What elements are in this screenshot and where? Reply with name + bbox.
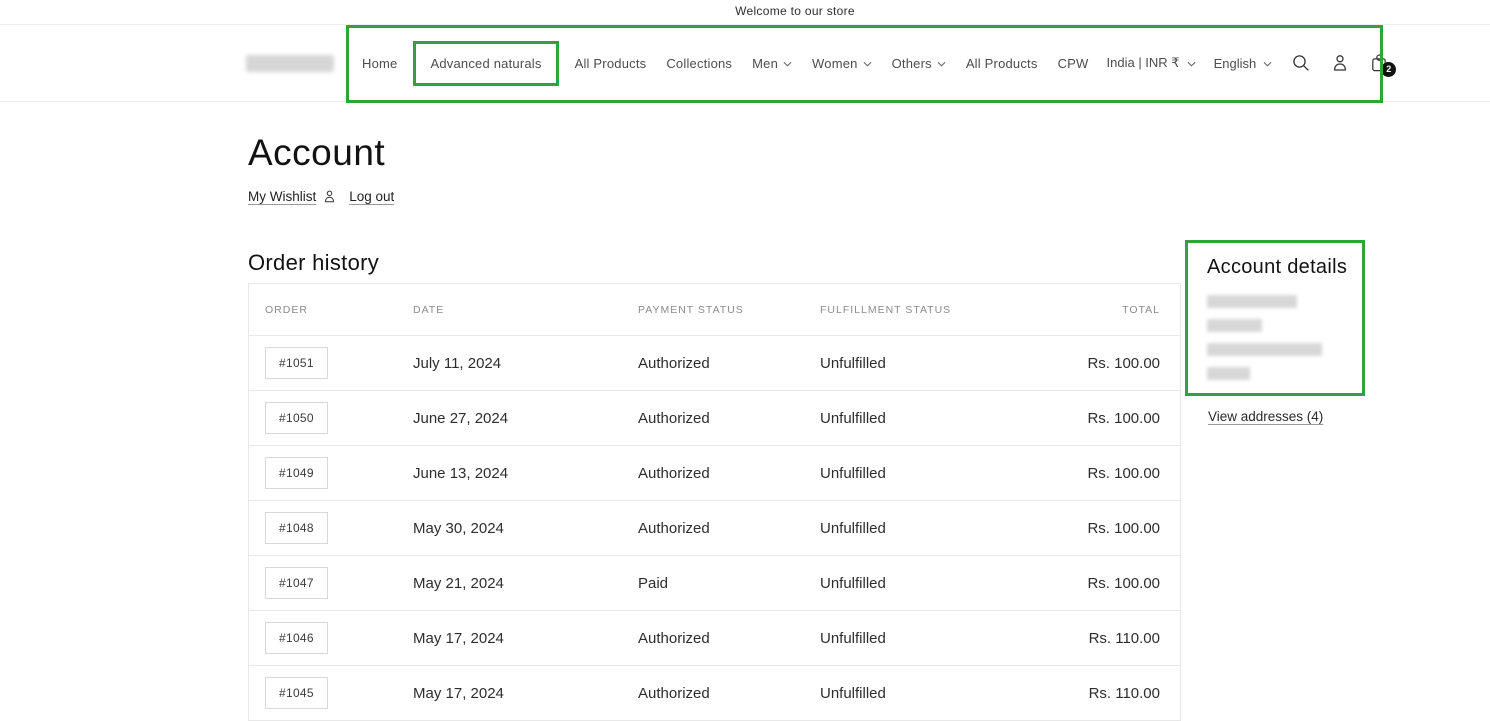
store-logo-blurred[interactable] <box>246 55 334 72</box>
view-addresses-link[interactable]: View addresses (4) <box>1208 409 1323 424</box>
chevron-down-icon <box>783 61 792 67</box>
announcement-bar: Welcome to our store <box>0 0 1490 25</box>
chevron-down-icon <box>863 61 872 67</box>
account-links: My Wishlist Log out <box>248 189 394 204</box>
fulfillment-status: Unfulfilled <box>820 355 1020 372</box>
person-icon <box>322 189 337 204</box>
chevron-down-icon <box>1263 61 1272 67</box>
table-row: #1048 May 30, 2024 Authorized Unfulfille… <box>249 501 1180 556</box>
order-date: June 13, 2024 <box>413 465 638 482</box>
nav-item-label: Men <box>752 56 778 71</box>
table-row: #1045 May 17, 2024 Authorized Unfulfille… <box>249 666 1180 721</box>
nav-item-cpw[interactable]: CPW <box>1058 56 1089 71</box>
fulfillment-status: Unfulfilled <box>820 410 1020 427</box>
account-details-heading: Account details <box>1207 256 1362 279</box>
fulfillment-status: Unfulfilled <box>820 520 1020 537</box>
order-history-heading: Order history <box>248 250 379 276</box>
order-total: Rs. 100.00 <box>1020 410 1160 427</box>
order-date: May 17, 2024 <box>413 685 638 702</box>
order-number-link[interactable]: #1050 <box>265 402 328 434</box>
account-icon <box>1330 53 1350 73</box>
table-row: #1051 July 11, 2024 Authorized Unfulfill… <box>249 336 1180 391</box>
log-out-link[interactable]: Log out <box>349 189 394 204</box>
payment-status: Authorized <box>638 630 820 647</box>
nav-item-label: Others <box>892 56 932 71</box>
payment-status: Authorized <box>638 520 820 537</box>
table-row: #1047 May 21, 2024 Paid Unfulfilled Rs. … <box>249 556 1180 611</box>
nav-item-collections[interactable]: Collections <box>666 56 732 71</box>
payment-status: Paid <box>638 575 820 592</box>
nav-item-men[interactable]: Men <box>752 56 792 71</box>
order-number-link[interactable]: #1049 <box>265 457 328 489</box>
annotation-account-details-highlight: Account details <box>1185 240 1365 396</box>
fulfillment-status: Unfulfilled <box>820 685 1020 702</box>
search-button[interactable] <box>1291 53 1311 73</box>
nav-item-all-products-2[interactable]: All Products <box>966 56 1038 71</box>
redacted-address-line-2 <box>1207 343 1322 356</box>
country-currency-label: India | INR ₹ <box>1107 55 1180 71</box>
table-row: #1046 May 17, 2024 Authorized Unfulfille… <box>249 611 1180 666</box>
column-header-date: DATE <box>413 304 638 316</box>
order-date: May 21, 2024 <box>413 575 638 592</box>
order-total: Rs. 100.00 <box>1020 355 1160 372</box>
order-number-link[interactable]: #1047 <box>265 567 328 599</box>
payment-status: Authorized <box>638 410 820 427</box>
redacted-customer-name <box>1207 295 1297 308</box>
order-total: Rs. 100.00 <box>1020 520 1160 537</box>
page-title: Account <box>248 132 385 174</box>
announcement-text: Welcome to our store <box>735 4 855 18</box>
fulfillment-status: Unfulfilled <box>820 575 1020 592</box>
header-right: India | INR ₹ English <box>1089 53 1390 73</box>
order-number-link[interactable]: #1048 <box>265 512 328 544</box>
nav-item-advanced-naturals[interactable]: Advanced naturals <box>413 41 558 86</box>
account-page: Welcome to our store Home Advanced natur… <box>0 0 1490 721</box>
order-history-table: ORDER DATE PAYMENT STATUS FULFILLMENT ST… <box>248 283 1181 721</box>
cart-count-badge: 2 <box>1381 62 1396 77</box>
payment-status: Authorized <box>638 465 820 482</box>
nav-item-others[interactable]: Others <box>892 56 946 71</box>
nav-item-label: Women <box>812 56 858 71</box>
cart-button[interactable]: 2 <box>1369 53 1389 73</box>
order-number-link[interactable]: #1046 <box>265 622 328 654</box>
my-wishlist-link[interactable]: My Wishlist <box>248 189 316 204</box>
site-header: Home Advanced naturals All Products Coll… <box>0 25 1490 102</box>
fulfillment-status: Unfulfilled <box>820 465 1020 482</box>
order-total: Rs. 100.00 <box>1020 465 1160 482</box>
order-total: Rs. 110.00 <box>1020 685 1160 702</box>
search-icon <box>1291 53 1311 73</box>
fulfillment-status: Unfulfilled <box>820 630 1020 647</box>
payment-status: Authorized <box>638 355 820 372</box>
chevron-down-icon <box>937 61 946 67</box>
order-total: Rs. 100.00 <box>1020 575 1160 592</box>
order-total: Rs. 110.00 <box>1020 630 1160 647</box>
column-header-payment-status: PAYMENT STATUS <box>638 304 820 316</box>
nav-item-home[interactable]: Home <box>362 56 397 71</box>
chevron-down-icon <box>1187 61 1196 67</box>
column-header-total: TOTAL <box>1020 304 1160 316</box>
redacted-address-line-1 <box>1207 319 1262 332</box>
column-header-order: ORDER <box>265 304 413 316</box>
order-number-link[interactable]: #1051 <box>265 347 328 379</box>
table-header-row: ORDER DATE PAYMENT STATUS FULFILLMENT ST… <box>249 284 1180 336</box>
nav-item-all-products[interactable]: All Products <box>575 56 647 71</box>
main-nav: Home Advanced naturals All Products Coll… <box>362 41 1089 86</box>
payment-status: Authorized <box>638 685 820 702</box>
redacted-address-line-3 <box>1207 367 1250 380</box>
language-selector[interactable]: English <box>1214 56 1273 71</box>
order-date: July 11, 2024 <box>413 355 638 372</box>
table-row: #1049 June 13, 2024 Authorized Unfulfill… <box>249 446 1180 501</box>
order-date: May 30, 2024 <box>413 520 638 537</box>
account-details-panel: Account details View addresses (4) <box>1185 240 1365 426</box>
account-button[interactable] <box>1330 53 1350 73</box>
table-row: #1050 June 27, 2024 Authorized Unfulfill… <box>249 391 1180 446</box>
order-number-link[interactable]: #1045 <box>265 677 328 709</box>
order-date: June 27, 2024 <box>413 410 638 427</box>
column-header-fulfillment-status: FULFILLMENT STATUS <box>820 304 1020 316</box>
order-date: May 17, 2024 <box>413 630 638 647</box>
country-currency-selector[interactable]: India | INR ₹ <box>1107 55 1196 71</box>
nav-item-women[interactable]: Women <box>812 56 872 71</box>
language-label: English <box>1214 56 1257 71</box>
